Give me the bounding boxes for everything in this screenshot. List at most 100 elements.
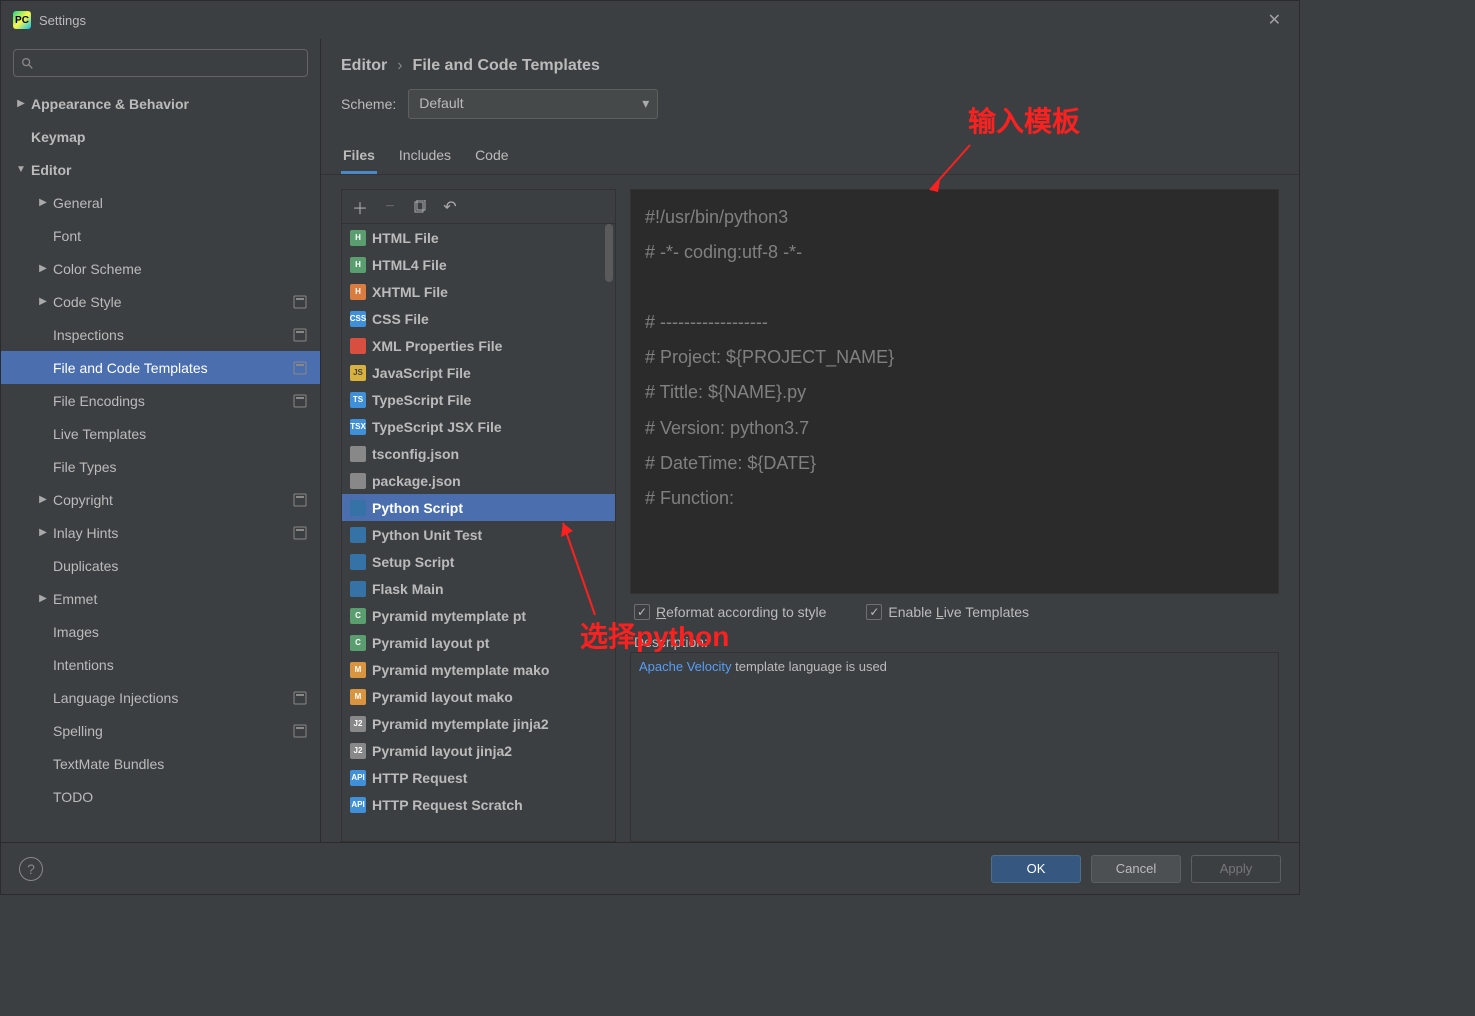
expand-icon: ▶ bbox=[37, 296, 49, 307]
reformat-checkbox[interactable]: Reformat according to style bbox=[634, 604, 826, 620]
sidebar-item-copyright[interactable]: ▶Copyright bbox=[1, 483, 320, 516]
file-icon bbox=[350, 554, 366, 570]
breadcrumb-editor[interactable]: Editor bbox=[341, 57, 387, 75]
revert-template-button[interactable]: ↶ bbox=[442, 199, 458, 215]
expand-icon: ▶ bbox=[37, 527, 49, 538]
sidebar-item-editor[interactable]: ▼Editor bbox=[1, 153, 320, 186]
sidebar-item-color-scheme[interactable]: ▶Color Scheme bbox=[1, 252, 320, 285]
description-label: Description: bbox=[630, 630, 1279, 652]
template-html-file[interactable]: HHTML File bbox=[342, 224, 615, 251]
sidebar-item-spelling[interactable]: Spelling bbox=[1, 714, 320, 747]
sidebar-item-textmate-bundles[interactable]: TextMate Bundles bbox=[1, 747, 320, 780]
template-python-script[interactable]: Python Script bbox=[342, 494, 615, 521]
file-icon: H bbox=[350, 284, 366, 300]
project-badge-icon bbox=[292, 525, 308, 541]
sidebar-item-font[interactable]: Font bbox=[1, 219, 320, 252]
sidebar-item-file-encodings[interactable]: File Encodings bbox=[1, 384, 320, 417]
file-icon bbox=[350, 338, 366, 354]
sidebar-item-images[interactable]: Images bbox=[1, 615, 320, 648]
tab-files[interactable]: Files bbox=[341, 141, 377, 174]
tab-includes[interactable]: Includes bbox=[397, 141, 453, 174]
window-title: Settings bbox=[39, 13, 1262, 28]
sidebar-item-duplicates[interactable]: Duplicates bbox=[1, 549, 320, 582]
file-icon: JS bbox=[350, 365, 366, 381]
sidebar-item-code-style[interactable]: ▶Code Style bbox=[1, 285, 320, 318]
expand-icon: ▶ bbox=[37, 263, 49, 274]
template-pyramid-mytemplate-mako[interactable]: MPyramid mytemplate mako bbox=[342, 656, 615, 683]
template-setup-script[interactable]: Setup Script bbox=[342, 548, 615, 575]
template-code-editor[interactable]: #!/usr/bin/python3 # -*- coding:utf-8 -*… bbox=[630, 189, 1279, 594]
breadcrumb: Editor › File and Code Templates bbox=[321, 39, 1299, 89]
enable-live-templates-checkbox[interactable]: Enable Live Templates bbox=[866, 604, 1029, 620]
file-icon bbox=[350, 500, 366, 516]
search-input[interactable] bbox=[13, 49, 308, 77]
file-icon: M bbox=[350, 662, 366, 678]
file-icon: H bbox=[350, 257, 366, 273]
scheme-select[interactable]: Default bbox=[408, 89, 658, 119]
file-icon: TSX bbox=[350, 419, 366, 435]
template-pyramid-layout-jinja2[interactable]: J2Pyramid layout jinja2 bbox=[342, 737, 615, 764]
sidebar-item-inlay-hints[interactable]: ▶Inlay Hints bbox=[1, 516, 320, 549]
sidebar-item-language-injections[interactable]: Language Injections bbox=[1, 681, 320, 714]
template-typescript-jsx-file[interactable]: TSXTypeScript JSX File bbox=[342, 413, 615, 440]
file-icon bbox=[350, 527, 366, 543]
expand-icon: ▶ bbox=[37, 494, 49, 505]
file-icon: C bbox=[350, 608, 366, 624]
template-xhtml-file[interactable]: HXHTML File bbox=[342, 278, 615, 305]
template-python-unit-test[interactable]: Python Unit Test bbox=[342, 521, 615, 548]
velocity-link[interactable]: Apache Velocity bbox=[639, 659, 732, 674]
template-typescript-file[interactable]: TSTypeScript File bbox=[342, 386, 615, 413]
project-badge-icon bbox=[292, 690, 308, 706]
template-pyramid-mytemplate-pt[interactable]: CPyramid mytemplate pt bbox=[342, 602, 615, 629]
ok-button[interactable]: OK bbox=[991, 855, 1081, 883]
sidebar-item-todo[interactable]: TODO bbox=[1, 780, 320, 813]
titlebar: PC Settings ✕ bbox=[1, 1, 1299, 39]
template-xml-properties-file[interactable]: XML Properties File bbox=[342, 332, 615, 359]
template-tsconfig-json[interactable]: tsconfig.json bbox=[342, 440, 615, 467]
template-list[interactable]: HHTML FileHHTML4 FileHXHTML FileCSSCSS F… bbox=[342, 224, 615, 841]
file-icon: CSS bbox=[350, 311, 366, 327]
template-list-panel: ＋ − ↶ HHTML FileHHTML4 FileHXHTML FileCS… bbox=[341, 189, 616, 842]
expand-icon: ▶ bbox=[37, 197, 49, 208]
sidebar-item-general[interactable]: ▶General bbox=[1, 186, 320, 219]
sidebar-item-inspections[interactable]: Inspections bbox=[1, 318, 320, 351]
template-pyramid-layout-pt[interactable]: CPyramid layout pt bbox=[342, 629, 615, 656]
settings-sidebar: ▶Appearance & BehaviorKeymap▼Editor▶Gene… bbox=[1, 39, 321, 842]
tab-code[interactable]: Code bbox=[473, 141, 510, 174]
apply-button[interactable]: Apply bbox=[1191, 855, 1281, 883]
sidebar-item-file-and-code-templates[interactable]: File and Code Templates bbox=[1, 351, 320, 384]
description-box: Apache Velocity template language is use… bbox=[630, 652, 1279, 842]
sidebar-item-keymap[interactable]: Keymap bbox=[1, 120, 320, 153]
sidebar-item-appearance-behavior[interactable]: ▶Appearance & Behavior bbox=[1, 87, 320, 120]
sidebar-item-intentions[interactable]: Intentions bbox=[1, 648, 320, 681]
add-template-button[interactable]: ＋ bbox=[352, 199, 368, 215]
settings-tree: ▶Appearance & BehaviorKeymap▼Editor▶Gene… bbox=[1, 87, 320, 842]
help-button[interactable]: ? bbox=[19, 857, 43, 881]
file-icon: H bbox=[350, 230, 366, 246]
file-icon: TS bbox=[350, 392, 366, 408]
search-icon bbox=[20, 56, 34, 70]
file-icon: J2 bbox=[350, 743, 366, 759]
project-badge-icon bbox=[292, 492, 308, 508]
template-html4-file[interactable]: HHTML4 File bbox=[342, 251, 615, 278]
template-http-request[interactable]: APIHTTP Request bbox=[342, 764, 615, 791]
template-http-request-scratch[interactable]: APIHTTP Request Scratch bbox=[342, 791, 615, 818]
template-flask-main[interactable]: Flask Main bbox=[342, 575, 615, 602]
file-icon: API bbox=[350, 797, 366, 813]
breadcrumb-separator: › bbox=[397, 57, 402, 75]
template-css-file[interactable]: CSSCSS File bbox=[342, 305, 615, 332]
close-icon[interactable]: ✕ bbox=[1262, 6, 1287, 34]
template-javascript-file[interactable]: JSJavaScript File bbox=[342, 359, 615, 386]
cancel-button[interactable]: Cancel bbox=[1091, 855, 1181, 883]
sidebar-item-file-types[interactable]: File Types bbox=[1, 450, 320, 483]
template-pyramid-mytemplate-jinja2[interactable]: J2Pyramid mytemplate jinja2 bbox=[342, 710, 615, 737]
sidebar-item-live-templates[interactable]: Live Templates bbox=[1, 417, 320, 450]
template-package-json[interactable]: package.json bbox=[342, 467, 615, 494]
sidebar-item-emmet[interactable]: ▶Emmet bbox=[1, 582, 320, 615]
project-badge-icon bbox=[292, 360, 308, 376]
template-pyramid-layout-mako[interactable]: MPyramid layout mako bbox=[342, 683, 615, 710]
copy-template-button[interactable] bbox=[412, 199, 428, 215]
file-icon: M bbox=[350, 689, 366, 705]
scrollbar-thumb[interactable] bbox=[605, 224, 613, 282]
remove-template-button[interactable]: − bbox=[382, 199, 398, 215]
